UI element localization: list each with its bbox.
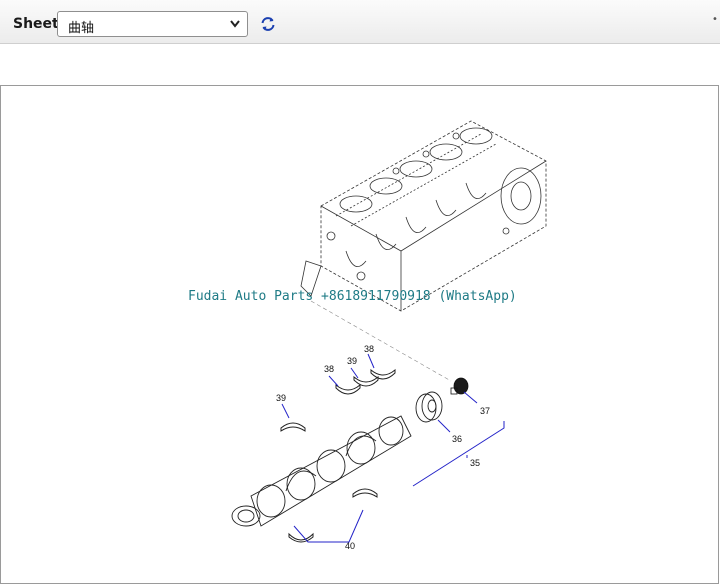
crankshaft-illustration	[231, 415, 412, 527]
callout-39-top[interactable]: 39	[347, 356, 357, 366]
callout-leader-lines	[281, 353, 505, 543]
bearing-shells-upper	[280, 368, 396, 432]
toolbar: Sheet 曲轴 •	[0, 0, 720, 44]
front-fitting-illustration	[450, 377, 469, 395]
toolbar-edge-mark: •	[712, 14, 718, 25]
chevron-down-icon	[230, 20, 240, 28]
callout-37[interactable]: 37	[480, 406, 490, 416]
callout-40[interactable]: 40	[345, 541, 355, 551]
callout-35[interactable]: 35	[470, 458, 480, 468]
engine-block-illustration	[300, 120, 547, 312]
watermark-text: Fudai Auto Parts +8618911790918 (WhatsAp…	[188, 289, 517, 304]
pulley-illustration	[415, 391, 443, 423]
bearing-shells-lower	[288, 488, 378, 543]
parts-diagram-viewer[interactable]: 38 39 38 39 37 36 35 40 Fudai Auto Parts…	[0, 85, 719, 584]
sheet-select[interactable]: 曲轴	[57, 11, 248, 37]
callout-38-left[interactable]: 38	[324, 364, 334, 374]
callout-36[interactable]: 36	[452, 434, 462, 444]
refresh-icon[interactable]	[259, 15, 277, 33]
sheet-select-value: 曲轴	[68, 21, 95, 36]
callout-39-left[interactable]: 39	[276, 393, 286, 403]
exploded-parts-drawing	[231, 120, 547, 543]
sheet-label: Sheet	[13, 16, 59, 32]
callout-38-top[interactable]: 38	[364, 344, 374, 354]
